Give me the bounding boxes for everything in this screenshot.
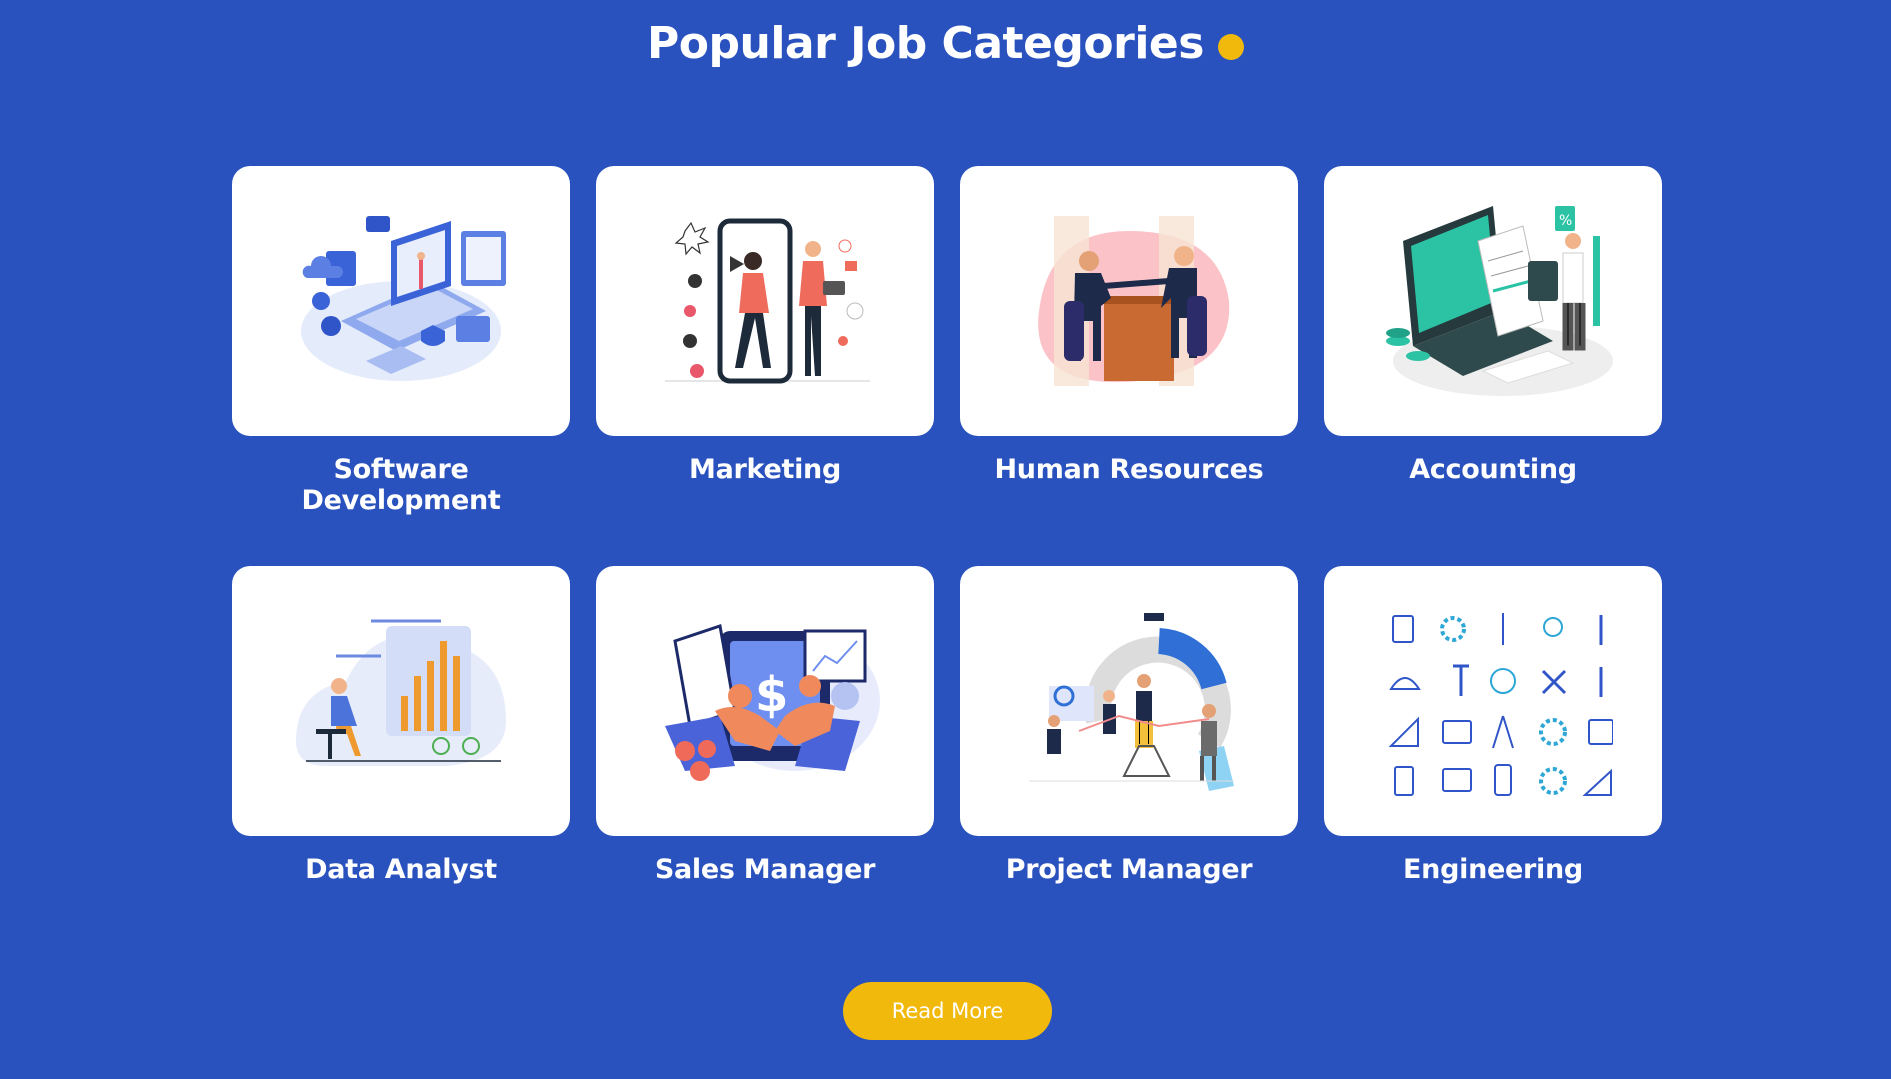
- category-label[interactable]: Marketing: [596, 454, 934, 485]
- project-manager-illustration-icon: [1029, 613, 1234, 791]
- category-image[interactable]: [232, 566, 570, 836]
- category-label[interactable]: Project Manager: [960, 854, 1298, 885]
- category-card-software-development[interactable]: Software Development: [232, 166, 570, 566]
- category-image[interactable]: [232, 166, 570, 436]
- sales-manager-illustration-icon: $: [665, 624, 880, 781]
- svg-text:%: %: [1559, 213, 1572, 229]
- category-card-engineering[interactable]: Engineering: [1324, 566, 1662, 966]
- category-image[interactable]: [960, 566, 1298, 836]
- category-card-accounting[interactable]: % Accounting: [1324, 166, 1662, 566]
- read-more-button[interactable]: Read More: [843, 982, 1052, 1040]
- page-title: Popular Job Categories: [647, 18, 1204, 69]
- software-development-illustration-icon: [301, 216, 506, 381]
- accent-dot: [1217, 33, 1244, 60]
- category-card-data-analyst[interactable]: Data Analyst: [232, 566, 570, 966]
- category-image[interactable]: %: [1324, 166, 1662, 436]
- section-header: Popular Job Categories: [0, 18, 1891, 69]
- category-card-project-manager[interactable]: Project Manager: [960, 566, 1298, 966]
- human-resources-illustration-icon: [1038, 216, 1230, 386]
- engineering-illustration-icon: [1388, 613, 1613, 796]
- category-label[interactable]: Accounting: [1324, 454, 1662, 485]
- category-card-marketing[interactable]: Marketing: [596, 166, 934, 566]
- category-label[interactable]: Software Development: [232, 454, 570, 516]
- category-label[interactable]: Engineering: [1324, 854, 1662, 885]
- category-card-human-resources[interactable]: Human Resources: [960, 166, 1298, 566]
- category-image[interactable]: [596, 166, 934, 436]
- category-image[interactable]: [960, 166, 1298, 436]
- svg-text:$: $: [755, 667, 788, 723]
- marketing-illustration-icon: [665, 218, 870, 384]
- data-analyst-illustration-icon: [296, 619, 506, 766]
- category-label[interactable]: Sales Manager: [596, 854, 934, 885]
- category-label[interactable]: Data Analyst: [232, 854, 570, 885]
- category-image[interactable]: $: [596, 566, 934, 836]
- category-label[interactable]: Human Resources: [960, 454, 1298, 485]
- accounting-illustration-icon: %: [1386, 206, 1613, 396]
- category-image[interactable]: [1324, 566, 1662, 836]
- category-card-sales-manager[interactable]: $ Sales Manager: [596, 566, 934, 966]
- category-grid: Software Development Marketing Human Res…: [232, 166, 1662, 966]
